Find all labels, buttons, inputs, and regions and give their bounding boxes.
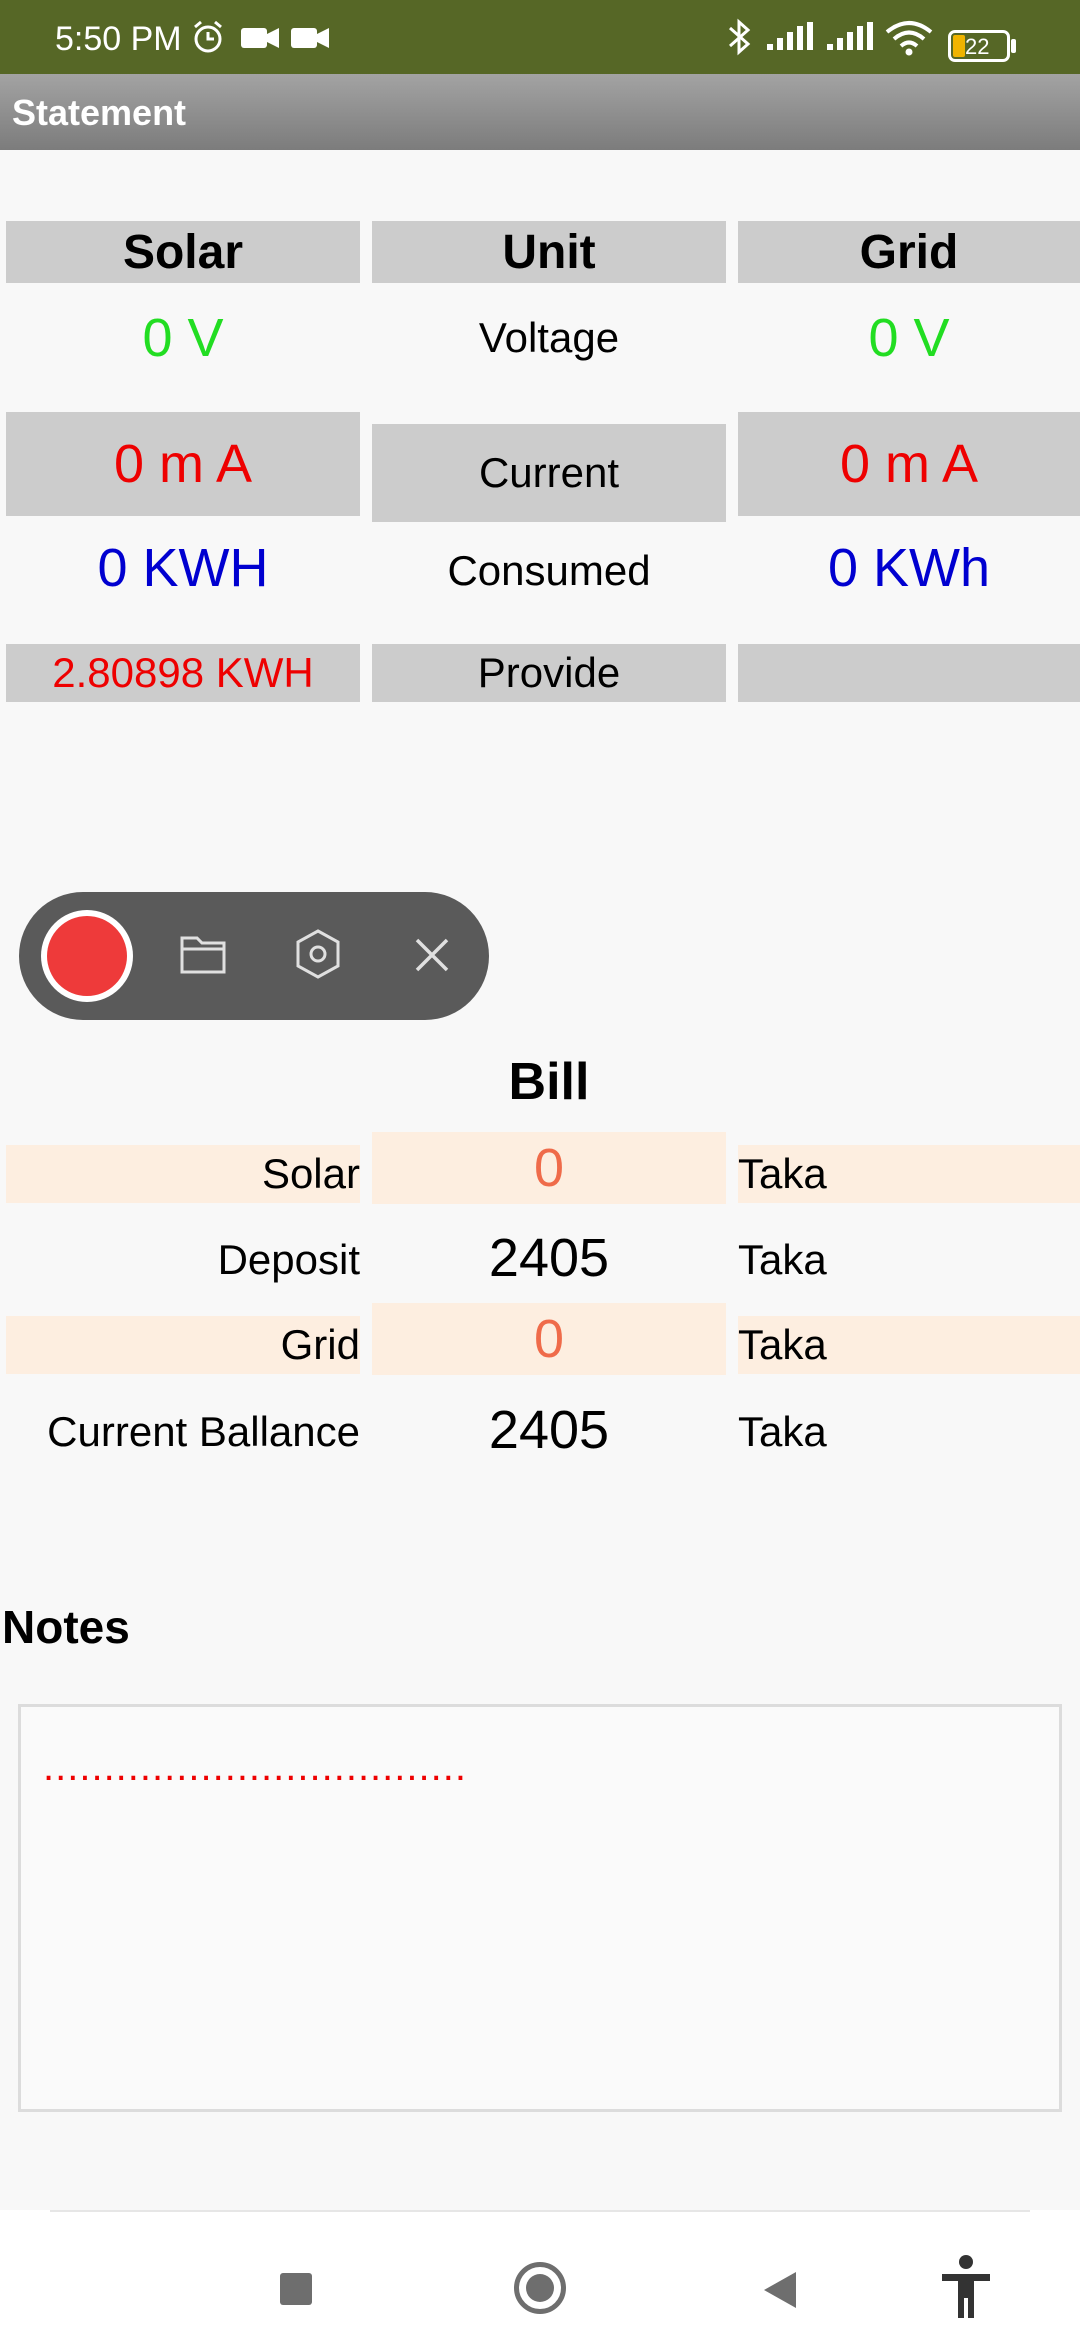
voltage-label: Voltage <box>478 314 620 361</box>
divider <box>50 2210 1030 2212</box>
page-title: Statement <box>12 92 187 133</box>
close-icon[interactable] <box>413 936 451 974</box>
screen-recorder-toolbar <box>19 892 489 1020</box>
grid-current: 0 m A <box>738 412 1080 516</box>
bill-balance-value: 2405 <box>488 1400 610 1460</box>
grid-voltage: 0 V <box>868 308 950 368</box>
current-label: Current <box>372 424 726 522</box>
signal-icon <box>767 22 813 50</box>
header-grid: Grid <box>738 221 1080 283</box>
bill-deposit-label: Deposit <box>217 1236 360 1283</box>
signal-icon <box>827 22 873 50</box>
notes-textarea[interactable]: ................................... <box>18 1704 1062 2112</box>
header-unit: Unit <box>372 221 726 283</box>
accessibility-icon[interactable] <box>940 2254 992 2320</box>
provide-label: Provide <box>372 644 726 702</box>
app-bar: Statement <box>0 74 1080 150</box>
consumed-label: Consumed <box>447 547 651 594</box>
back-icon[interactable] <box>762 2270 798 2310</box>
bill-solar-unit: Taka <box>738 1145 1080 1203</box>
settings-icon[interactable] <box>293 928 343 980</box>
bill-balance-label: Current Ballance <box>47 1408 360 1455</box>
record-icon[interactable] <box>41 910 133 1002</box>
solar-voltage: 0 V <box>142 308 224 368</box>
wifi-icon <box>885 21 933 56</box>
bill-solar-value: 0 <box>372 1132 726 1204</box>
battery-icon: 22 <box>948 30 1010 62</box>
alarm-icon <box>194 20 222 53</box>
solar-current: 0 m A <box>6 412 360 516</box>
bill-title: Bill <box>508 1053 590 1111</box>
bill-grid-unit: Taka <box>738 1316 1080 1374</box>
solar-consumed: 0 KWH <box>97 538 269 598</box>
notes-title: Notes <box>2 1601 130 1653</box>
bill-grid-value: 0 <box>372 1303 726 1375</box>
video-icon <box>241 28 279 48</box>
notes-text: ................................... <box>43 1745 467 1789</box>
navigation-bar <box>0 2210 1080 2340</box>
status-time: 5:50 PM <box>55 20 182 58</box>
folder-icon[interactable] <box>179 932 227 976</box>
battery-tip <box>1011 39 1016 53</box>
grid-consumed: 0 KWh <box>827 538 991 598</box>
grid-provide <box>738 644 1080 702</box>
home-icon[interactable] <box>514 2262 566 2314</box>
bluetooth-icon <box>729 18 751 56</box>
solar-provide: 2.80898 KWH <box>6 644 360 702</box>
video-icon <box>291 28 329 48</box>
status-bar: 5:50 PM 22 <box>0 0 1080 74</box>
bill-deposit-value: 2405 <box>488 1228 610 1288</box>
header-solar: Solar <box>6 221 360 283</box>
bill-balance-unit: Taka <box>738 1408 827 1455</box>
bill-grid-label: Grid <box>6 1316 360 1374</box>
bill-solar-label: Solar <box>6 1145 360 1203</box>
square-icon[interactable] <box>280 2273 312 2305</box>
battery-level: 22 <box>965 34 990 59</box>
bill-deposit-unit: Taka <box>738 1236 827 1283</box>
